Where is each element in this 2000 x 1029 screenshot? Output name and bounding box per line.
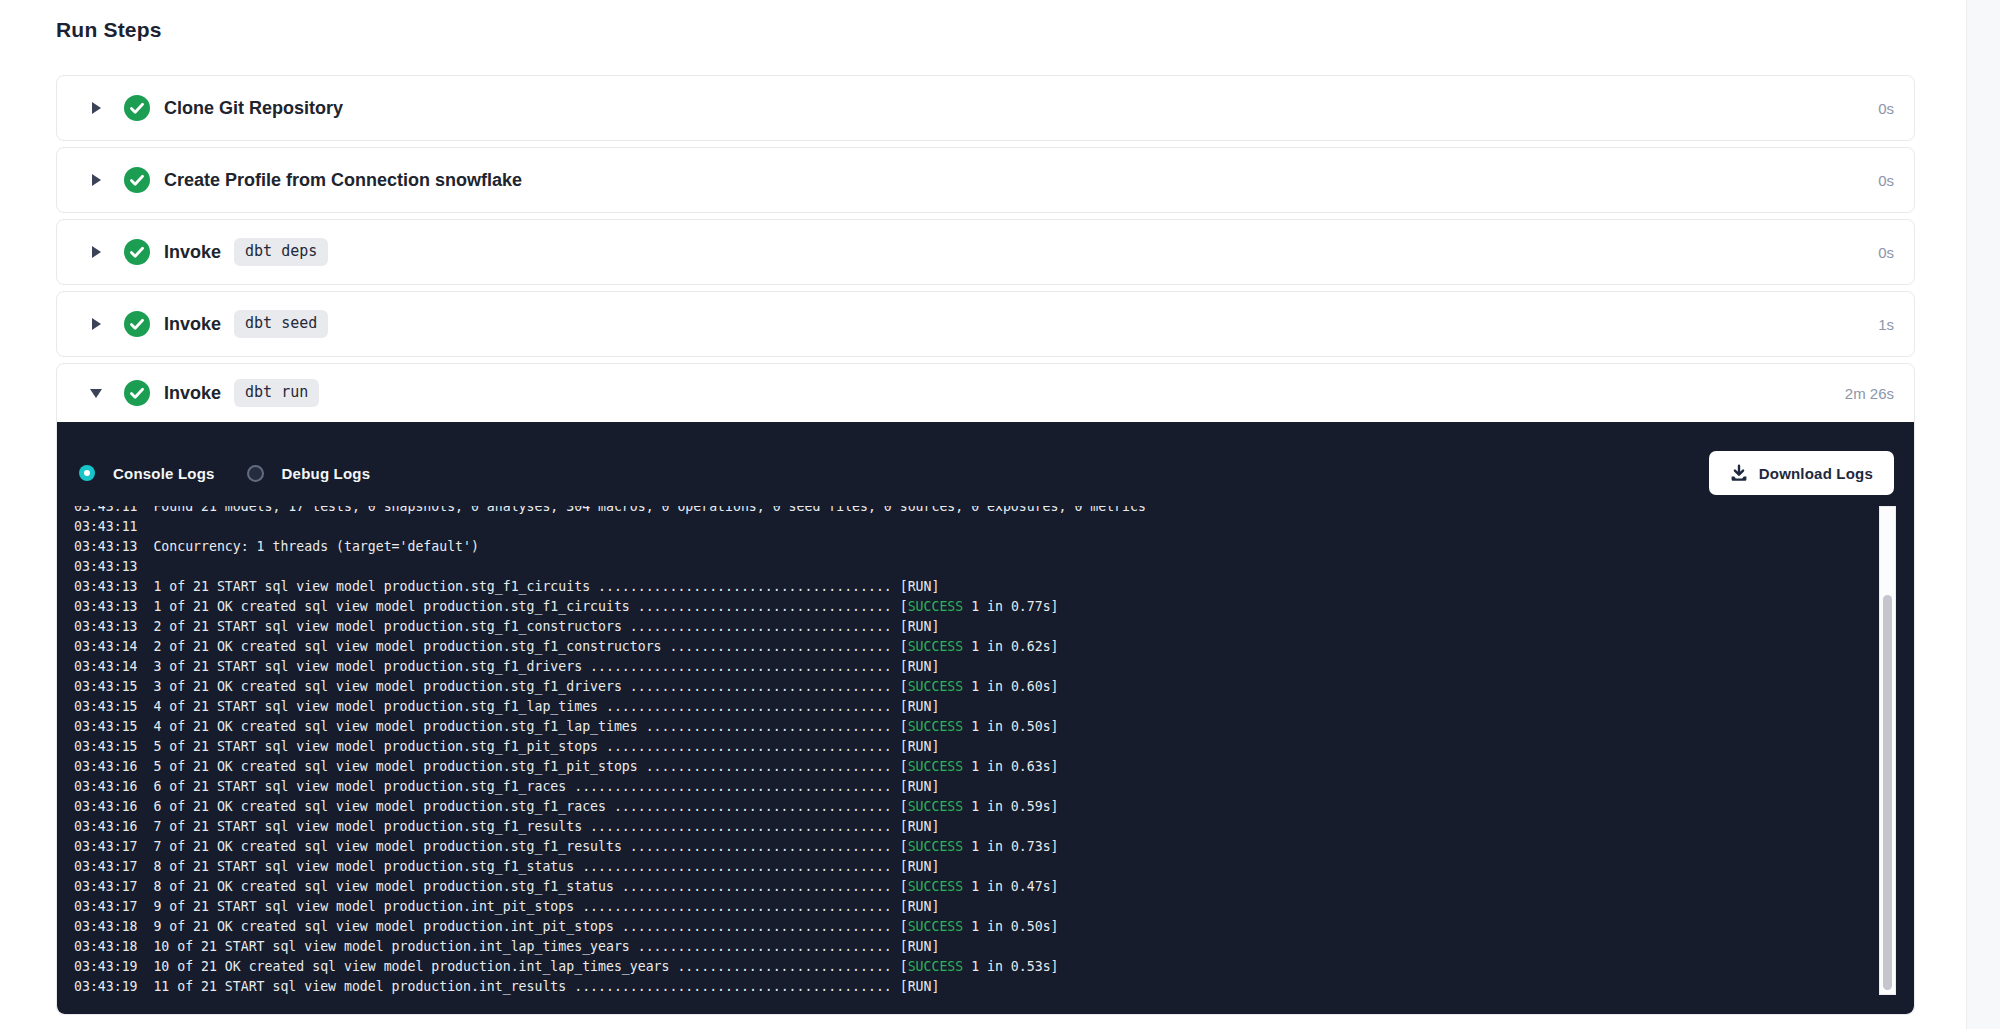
chevron-right-icon[interactable] bbox=[89, 245, 103, 259]
step-header[interactable]: Invoke dbt seed 1s bbox=[57, 292, 1914, 356]
success-check-icon bbox=[124, 167, 150, 193]
radio-label: Console Logs bbox=[113, 465, 215, 482]
radio-selected-icon[interactable] bbox=[79, 465, 95, 481]
step-invoke-dbt-deps: Invoke dbt deps 0s bbox=[56, 219, 1915, 285]
radio-unselected-icon[interactable] bbox=[247, 465, 264, 482]
chevron-right-icon[interactable] bbox=[89, 317, 103, 331]
success-check-icon bbox=[124, 95, 150, 121]
page-scrollbar-gutter[interactable] bbox=[1966, 0, 2000, 1029]
step-header[interactable]: Invoke dbt run 2m 26s bbox=[57, 364, 1914, 422]
console-scrollbar[interactable] bbox=[1879, 506, 1896, 995]
success-check-icon bbox=[124, 311, 150, 337]
steps-list: Clone Git Repository 0s Create Profile f… bbox=[56, 75, 1915, 1015]
step-duration: 0s bbox=[1878, 172, 1894, 189]
step-clone-git-repository: Clone Git Repository 0s bbox=[56, 75, 1915, 141]
download-icon bbox=[1730, 464, 1748, 482]
step-duration: 1s bbox=[1878, 316, 1894, 333]
step-label: Clone Git Repository bbox=[164, 98, 343, 119]
step-header[interactable]: Invoke dbt deps 0s bbox=[57, 220, 1914, 284]
success-check-icon bbox=[124, 239, 150, 265]
step-label: Invoke bbox=[164, 242, 221, 263]
step-label: Invoke bbox=[164, 383, 221, 404]
radio-label: Debug Logs bbox=[282, 465, 371, 482]
download-logs-button[interactable]: Download Logs bbox=[1709, 451, 1894, 495]
radio-console-logs[interactable]: Console Logs bbox=[79, 465, 215, 482]
page-title: Run Steps bbox=[56, 18, 1915, 42]
scrollbar-thumb[interactable] bbox=[1883, 595, 1892, 990]
chevron-right-icon[interactable] bbox=[89, 173, 103, 187]
chevron-right-icon[interactable] bbox=[89, 101, 103, 115]
console-log-output[interactable]: 03:43:11 Found 21 models, 17 tests, 0 sn… bbox=[74, 506, 1896, 995]
step-invoke-dbt-run: Invoke dbt run 2m 26s Console Logs Debug… bbox=[56, 363, 1915, 1015]
log-type-radio-group: Console Logs Debug Logs bbox=[79, 465, 402, 482]
console-toolbar: Console Logs Debug Logs Download Logs bbox=[79, 451, 1894, 495]
step-duration: 0s bbox=[1878, 100, 1894, 117]
run-steps-panel: Run Steps Clone Git Repository 0s Create… bbox=[56, 0, 1915, 1021]
log-lines: 03:43:11 Found 21 models, 17 tests, 0 sn… bbox=[74, 506, 1896, 995]
radio-debug-logs[interactable]: Debug Logs bbox=[247, 465, 371, 482]
step-create-profile: Create Profile from Connection snowflake… bbox=[56, 147, 1915, 213]
step-duration: 0s bbox=[1878, 244, 1894, 261]
success-check-icon bbox=[124, 380, 150, 406]
download-button-label: Download Logs bbox=[1759, 465, 1873, 482]
command-chip: dbt run bbox=[234, 379, 319, 407]
step-header[interactable]: Clone Git Repository 0s bbox=[57, 76, 1914, 140]
step-invoke-dbt-seed: Invoke dbt seed 1s bbox=[56, 291, 1915, 357]
command-chip: dbt seed bbox=[234, 310, 328, 338]
step-label: Create Profile from Connection snowflake bbox=[164, 170, 522, 191]
console-log-panel: Console Logs Debug Logs Download Logs 03… bbox=[57, 422, 1914, 1014]
step-duration: 2m 26s bbox=[1845, 385, 1894, 402]
step-label: Invoke bbox=[164, 314, 221, 335]
step-header[interactable]: Create Profile from Connection snowflake… bbox=[57, 148, 1914, 212]
command-chip: dbt deps bbox=[234, 238, 328, 266]
chevron-down-icon[interactable] bbox=[89, 386, 103, 400]
